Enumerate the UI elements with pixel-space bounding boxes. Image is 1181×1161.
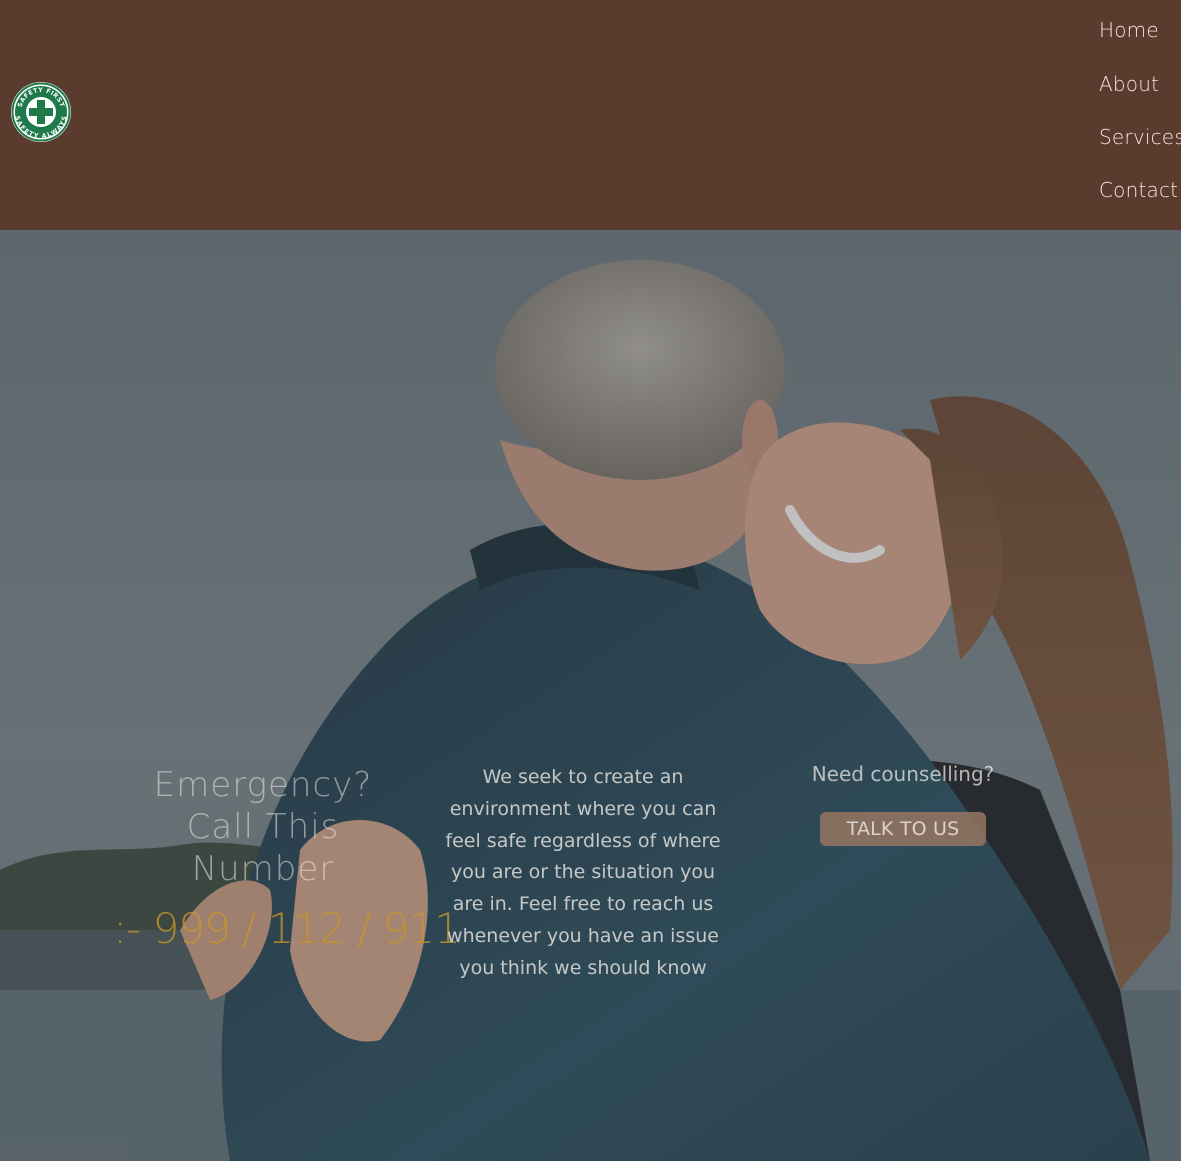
mission-statement: We seek to create an environment where y… xyxy=(445,766,721,979)
nav-contact[interactable]: Contact xyxy=(1099,178,1178,202)
emergency-phone-number[interactable]: :- 999 / 112 / 911 xyxy=(113,904,461,953)
counselling-label: Need counselling? xyxy=(811,762,995,786)
emergency-heading: Emergency? Call This Number xyxy=(113,764,413,890)
nav-about[interactable]: About xyxy=(1099,72,1159,96)
emergency-block: Emergency? Call This Number :- 999 / 112… xyxy=(113,764,461,953)
main-nav: Home About Services Contact xyxy=(1099,0,1181,230)
counselling-block: Need counselling? TALK TO US xyxy=(793,762,1013,846)
nav-services[interactable]: Services xyxy=(1099,125,1181,149)
site-header: SAFETY FIRST SAFETY ALWAYS Home About Se… xyxy=(0,0,1181,230)
hero-dim-overlay xyxy=(0,230,1181,1161)
hero-section: Emergency? Call This Number :- 999 / 112… xyxy=(0,230,1181,1161)
emergency-line: Call This xyxy=(186,807,340,847)
emergency-line: Number xyxy=(191,849,335,889)
talk-to-us-button[interactable]: TALK TO US xyxy=(820,812,986,846)
emergency-line: Emergency? xyxy=(153,765,373,805)
safety-first-badge-icon[interactable]: SAFETY FIRST SAFETY ALWAYS xyxy=(10,81,72,143)
mission-block: We seek to create an environment where y… xyxy=(433,762,733,985)
nav-home[interactable]: Home xyxy=(1099,18,1159,42)
